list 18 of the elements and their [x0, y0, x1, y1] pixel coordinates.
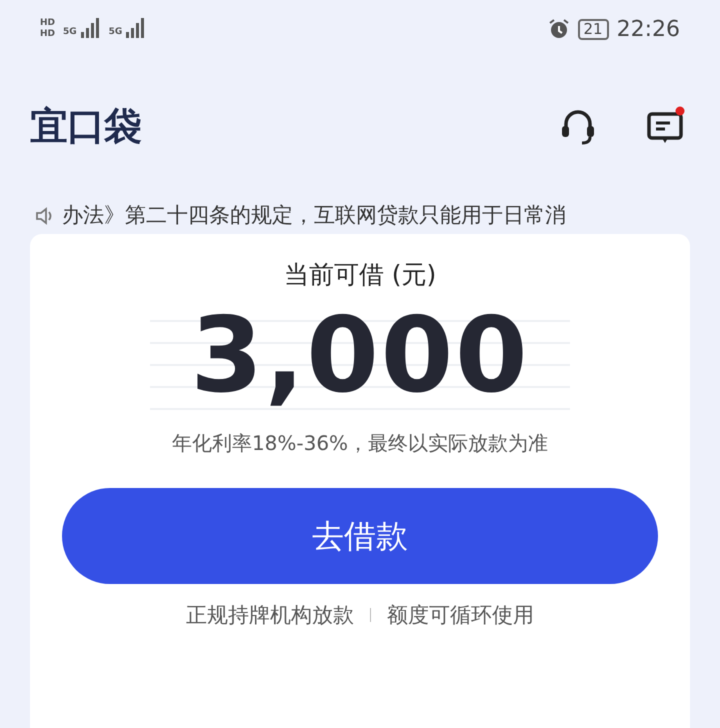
borrow-button[interactable]: 去借款 — [62, 488, 658, 584]
sim-label: HD — [40, 29, 56, 40]
notice-text: 办法》第二十四条的规定，互联网贷款只能用于日常消 — [62, 202, 566, 230]
feature-text: 正规持牌机构放款 — [186, 602, 354, 628]
rate-note: 年化利率18%-36%，最终以实际放款为准 — [170, 430, 550, 456]
alarm-icon — [548, 18, 570, 40]
network-label: 5G — [108, 27, 122, 38]
sim-label: HD — [40, 18, 56, 29]
speaker-icon — [34, 206, 54, 226]
battery-indicator: 21 — [578, 18, 609, 40]
status-time: 22:26 — [616, 16, 680, 44]
signal-icon — [126, 18, 146, 38]
amount-value: 3,000 — [190, 294, 530, 416]
amount-title: 当前可借 (元) — [282, 259, 438, 291]
feature-text: 额度可循环使用 — [387, 602, 534, 628]
signal-icon — [80, 18, 101, 38]
network-label: 5G — [63, 27, 77, 38]
app-logo: 宜口袋 — [30, 103, 141, 150]
